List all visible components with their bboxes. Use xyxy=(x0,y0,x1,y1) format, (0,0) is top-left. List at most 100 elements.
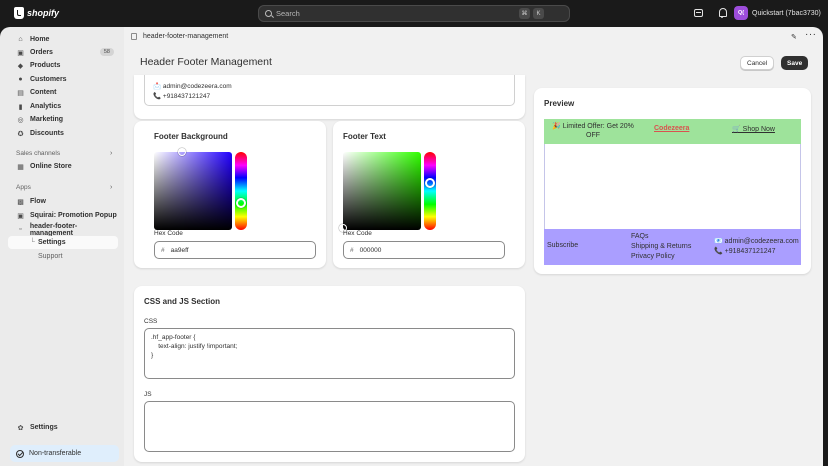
check-circle-icon xyxy=(16,449,24,458)
search-bar[interactable]: ⌘ K xyxy=(258,5,570,22)
home-icon: ⌂ xyxy=(18,36,23,43)
top-bar: shopify ⌘ K Q( Quickstart (7bac3730) xyxy=(0,0,828,27)
non-transferable-label: Non-transferable xyxy=(29,450,82,457)
css-js-card: CSS and JS Section CSS .hf_app-footer { … xyxy=(134,286,525,462)
sidebar-item-online-store[interactable]: ▦ Online Store xyxy=(8,160,118,173)
preview-link-privacy[interactable]: Privacy Policy xyxy=(631,252,691,262)
nav-label: Discounts xyxy=(30,130,64,137)
bar-chart-icon: ▮ xyxy=(18,103,23,111)
nav-label: Orders xyxy=(30,49,53,56)
app-icon: ▣ xyxy=(17,212,24,220)
sidebar-item-analytics[interactable]: ▮ Analytics xyxy=(8,100,118,113)
sidebar-item-settings[interactable]: ✿ Settings xyxy=(8,421,118,434)
save-button[interactable]: Save xyxy=(781,56,809,70)
target-icon: ◎ xyxy=(17,116,24,124)
preview-email: 📧 admin@codezeera.com xyxy=(714,238,799,245)
breadcrumb: header-footer-management xyxy=(131,33,228,40)
chevron-right-icon[interactable]: › xyxy=(110,150,112,157)
preview-footer-links: FAQs Shipping & Returns Privacy Policy xyxy=(631,232,691,261)
sidebar-item-content[interactable]: ▤ Content xyxy=(8,86,118,99)
saturation-picker[interactable] xyxy=(154,148,232,230)
preview-link-shipping[interactable]: Shipping & Returns xyxy=(631,242,691,252)
nav-label: Settings xyxy=(30,424,58,431)
nav-label: Content xyxy=(30,89,57,96)
sidebar-item-customers[interactable]: ● Customers xyxy=(8,73,118,86)
footer-background-hex-input[interactable]: # aa9eff xyxy=(154,241,316,259)
sidebar-item-support[interactable]: Support xyxy=(8,250,118,263)
hue-slider[interactable] xyxy=(235,152,247,230)
js-textarea[interactable] xyxy=(144,401,515,452)
card-title: Footer Text xyxy=(343,132,386,141)
sidebar-item-marketing[interactable]: ◎ Marketing xyxy=(8,113,118,126)
preview-shop-link[interactable]: 🛒 Shop Now xyxy=(732,125,775,133)
hue-handle[interactable] xyxy=(425,178,435,188)
pin-icon[interactable]: ✎ xyxy=(791,33,797,41)
sidebar-item-products[interactable]: ◆ Products xyxy=(8,59,118,72)
header-settings-card: 📩 admin@codezeera.com 📞 +918437121247 xyxy=(134,75,525,119)
nav-label: Home xyxy=(30,36,50,43)
js-label: JS xyxy=(144,391,152,398)
preview-footer-bar: Subscribe FAQs Shipping & Returns Privac… xyxy=(544,229,801,265)
saturation-handle[interactable] xyxy=(178,148,186,156)
footer-text-card: Footer Text Hex Code # 000000 xyxy=(333,121,525,268)
saturation-picker[interactable] xyxy=(339,152,421,232)
preview-offer-text: 🎉 Limited Offer: Get 20% OFF xyxy=(552,123,634,140)
inbox-icon[interactable] xyxy=(694,8,703,17)
store-menu[interactable]: Q( Quickstart (7bac3730) xyxy=(734,6,821,20)
sidebar-item-header-footer-management[interactable]: ▫ header-footer-management xyxy=(8,223,118,237)
nav-label: Settings xyxy=(37,239,66,246)
hash-prefix: # xyxy=(161,246,165,254)
apps-label[interactable]: Apps xyxy=(16,184,31,191)
non-transferable-banner[interactable]: Non-transferable xyxy=(10,445,119,462)
logo-text: shopify xyxy=(27,8,60,18)
content-icon: ▤ xyxy=(17,89,24,97)
sidebar-item-discounts[interactable]: ✪ Discounts xyxy=(8,127,118,140)
contact-phone: 📞 +918437121247 xyxy=(153,93,211,100)
hex-value: 000000 xyxy=(359,246,382,254)
page-title: Header Footer Management xyxy=(140,56,272,68)
preview-brand-link[interactable]: Codezeera xyxy=(654,125,689,132)
nav-label: Squirai: Promotion Popup xyxy=(30,212,117,219)
preview-footer-contact: 📧 admin@codezeera.com 📞 +918437121247 xyxy=(714,237,799,257)
preview-subscribe[interactable]: Subscribe xyxy=(547,242,578,249)
nav-label: Products xyxy=(30,62,61,69)
chevron-right-icon[interactable]: › xyxy=(110,184,112,191)
person-icon: ● xyxy=(18,76,23,83)
hue-handle[interactable] xyxy=(236,198,246,208)
cancel-button[interactable]: Cancel xyxy=(740,56,775,70)
shopify-logo[interactable]: shopify xyxy=(14,7,59,19)
nav-label: Online Store xyxy=(30,163,72,170)
css-textarea[interactable]: .hf_app-footer { text-align: justify !im… xyxy=(144,328,515,379)
sidebar-item-orders[interactable]: ▣ Orders 58 xyxy=(8,46,118,59)
orders-icon: ▣ xyxy=(17,49,24,57)
bell-icon[interactable] xyxy=(718,8,727,18)
sidebar-item-flow[interactable]: ▩ Flow xyxy=(8,195,118,208)
sidebar-item-squirai[interactable]: ▣ Squirai: Promotion Popup xyxy=(8,209,118,222)
hex-label: Hex Code xyxy=(343,230,372,237)
card-title: Footer Background xyxy=(154,132,228,141)
preview-body xyxy=(544,144,801,229)
hue-slider[interactable] xyxy=(424,152,436,230)
sales-channels-label[interactable]: Sales channels xyxy=(16,150,60,157)
store-avatar: Q( xyxy=(734,6,748,20)
orders-count-badge: 58 xyxy=(99,48,114,56)
store-icon: ▦ xyxy=(17,163,24,171)
footer-text-hex-input[interactable]: # 000000 xyxy=(343,241,505,259)
flow-icon: ▩ xyxy=(17,198,24,206)
hash-prefix: # xyxy=(350,246,354,254)
tree-branch-icon: └ xyxy=(30,239,35,246)
gear-icon: ✿ xyxy=(17,424,24,432)
breadcrumb-text: header-footer-management xyxy=(143,33,229,40)
main-area: header-footer-management ✎ ··· Header Fo… xyxy=(124,27,823,466)
sidebar-item-home[interactable]: ⌂ Home xyxy=(8,33,118,46)
search-input[interactable] xyxy=(276,9,516,18)
hex-value: aa9eff xyxy=(170,246,189,254)
contact-box: 📩 admin@codezeera.com 📞 +918437121247 xyxy=(144,75,515,106)
footer-background-card: Footer Background Hex Code # aa9eff xyxy=(134,121,326,268)
more-icon[interactable]: ··· xyxy=(805,29,817,40)
preview-header-bar: 🎉 Limited Offer: Get 20% OFF Codezeera 🛒… xyxy=(544,119,801,144)
page-icon: ▫ xyxy=(19,226,22,233)
k-key-hint: K xyxy=(533,8,544,19)
sidebar-item-settings-sub[interactable]: └ Settings xyxy=(8,236,118,249)
preview-link-faqs[interactable]: FAQs xyxy=(631,232,691,242)
